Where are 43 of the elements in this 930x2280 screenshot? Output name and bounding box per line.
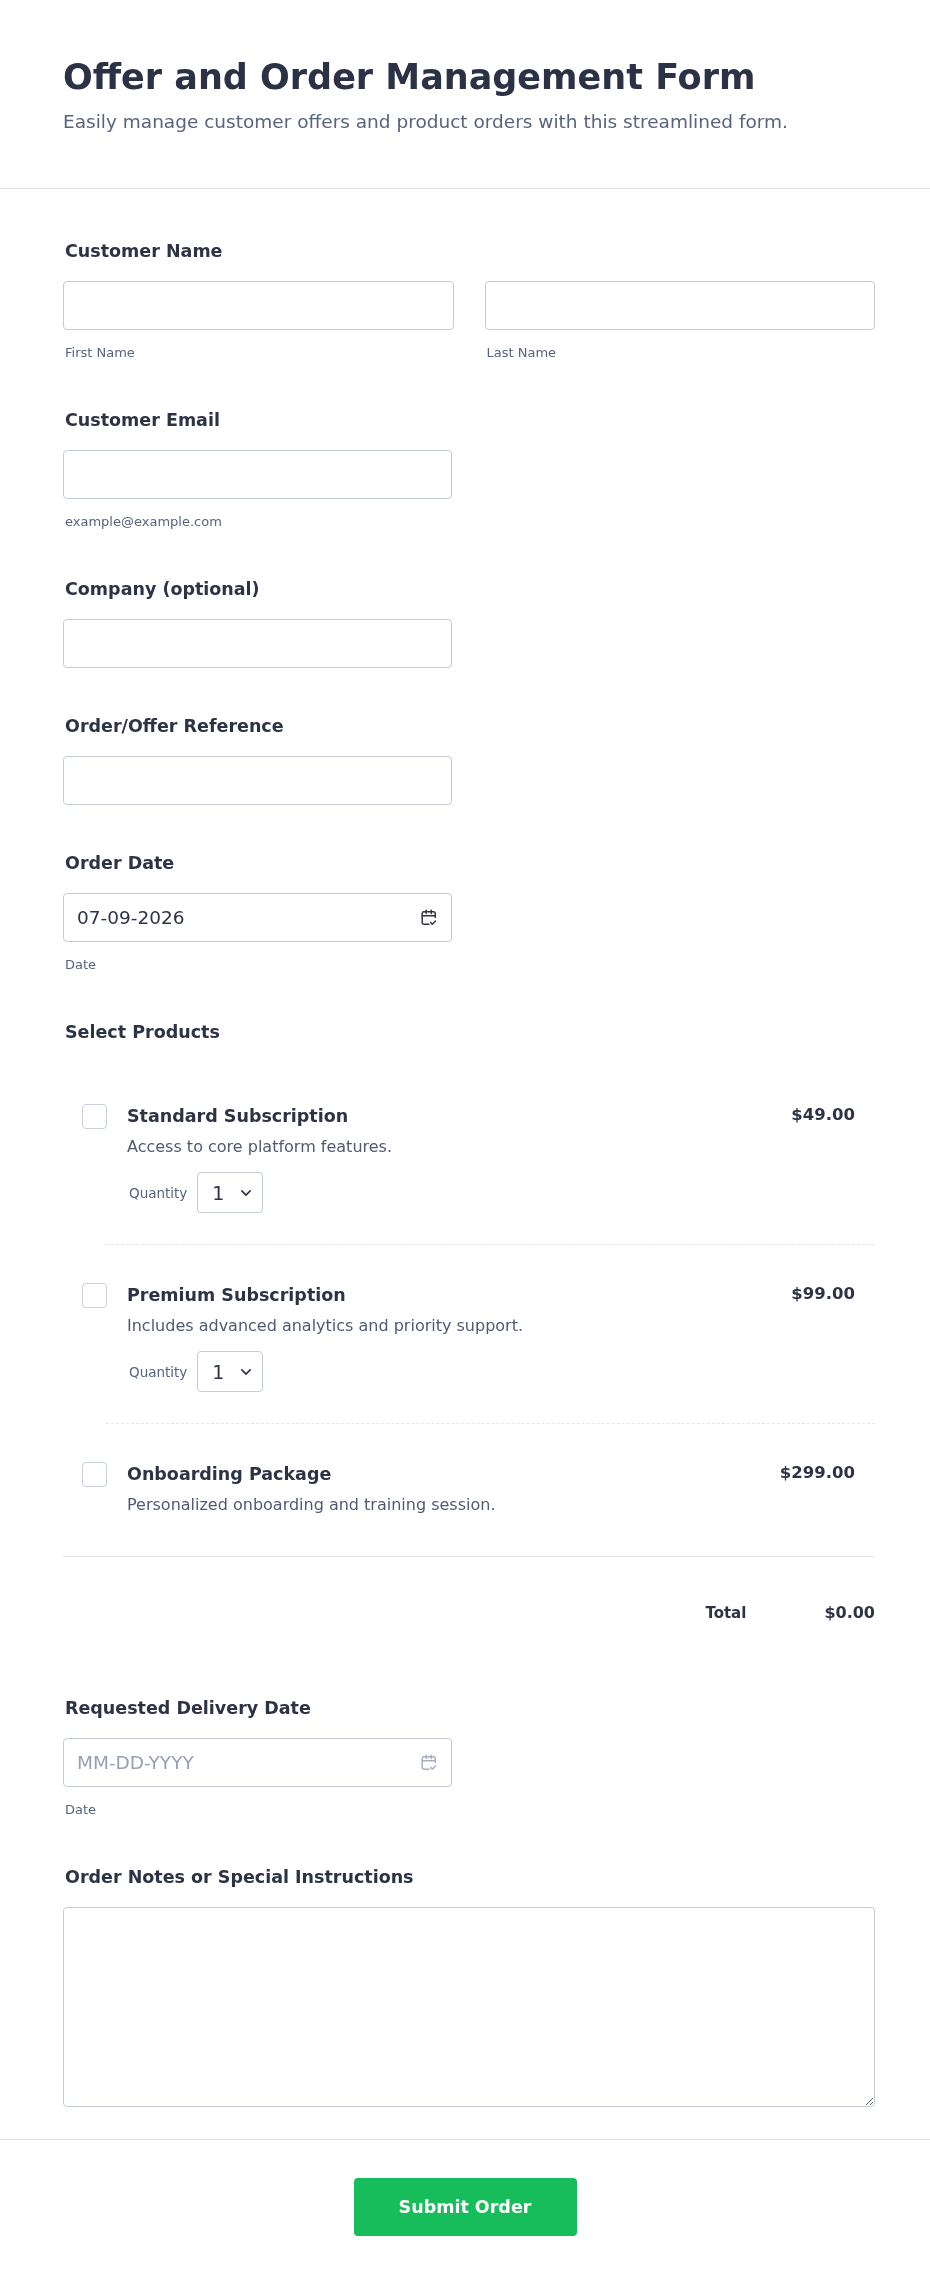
field-label: Company (optional) <box>65 578 260 601</box>
quantity-label: Quantity <box>129 1363 188 1380</box>
calendar-icon[interactable] <box>421 909 437 926</box>
product-name: Premium Subscription <box>127 1284 347 1307</box>
text-field[interactable] <box>63 281 454 330</box>
notes-textarea[interactable] <box>63 1907 875 2107</box>
field-label: Customer Email <box>65 409 220 432</box>
product-price: $299.00 <box>779 1462 855 1484</box>
field-sublabel: Date <box>65 956 97 974</box>
checkbox[interactable] <box>82 1104 107 1129</box>
quantity-label: Quantity <box>129 1184 188 1201</box>
quantity-select[interactable]: 1 <box>197 1351 264 1392</box>
product-description: Includes advanced analytics and priority support. <box>127 1315 525 1337</box>
field-label: Order Date <box>65 852 175 875</box>
form-subtitle: Easily manage customer offers and product orders with this streamlined form. <box>63 110 789 134</box>
caret-icon <box>241 1368 252 1375</box>
field-sublabel: Last Name <box>486 344 557 362</box>
product-description: Access to core platform features. <box>127 1136 393 1158</box>
text-field[interactable] <box>63 619 452 668</box>
product-name: Onboarding Package <box>127 1463 333 1486</box>
checkbox[interactable] <box>82 1283 107 1308</box>
product-price: $49.00 <box>791 1104 855 1126</box>
date-field[interactable]: 07-09-2026 <box>63 893 452 942</box>
caret-icon <box>241 1189 252 1196</box>
field-sublabel: Date <box>65 1801 97 1819</box>
field-sublabel: First Name <box>65 344 135 362</box>
quantity-select[interactable]: 1 <box>197 1172 264 1213</box>
field-label: Order/Offer Reference <box>65 715 284 738</box>
text-field[interactable] <box>484 281 875 330</box>
field-label: Requested Delivery Date <box>65 1697 311 1720</box>
form-title: Offer and Order Management Form <box>63 56 757 99</box>
field-label: Select Products <box>65 1021 220 1044</box>
checkbox[interactable] <box>82 1462 107 1487</box>
text-field[interactable] <box>63 756 452 805</box>
total-label: Total <box>705 1603 747 1624</box>
field-sublabel: example@example.com <box>65 513 222 531</box>
total-amount: $0.00 <box>824 1602 875 1624</box>
field-label: Customer Name <box>65 240 223 263</box>
product-name: Standard Subscription <box>127 1105 350 1128</box>
text-field[interactable] <box>63 450 452 499</box>
field-label: Order Notes or Special Instructions <box>65 1866 414 1889</box>
product-description: Personalized onboarding and training session. <box>127 1494 497 1516</box>
product-price: $99.00 <box>791 1283 855 1305</box>
